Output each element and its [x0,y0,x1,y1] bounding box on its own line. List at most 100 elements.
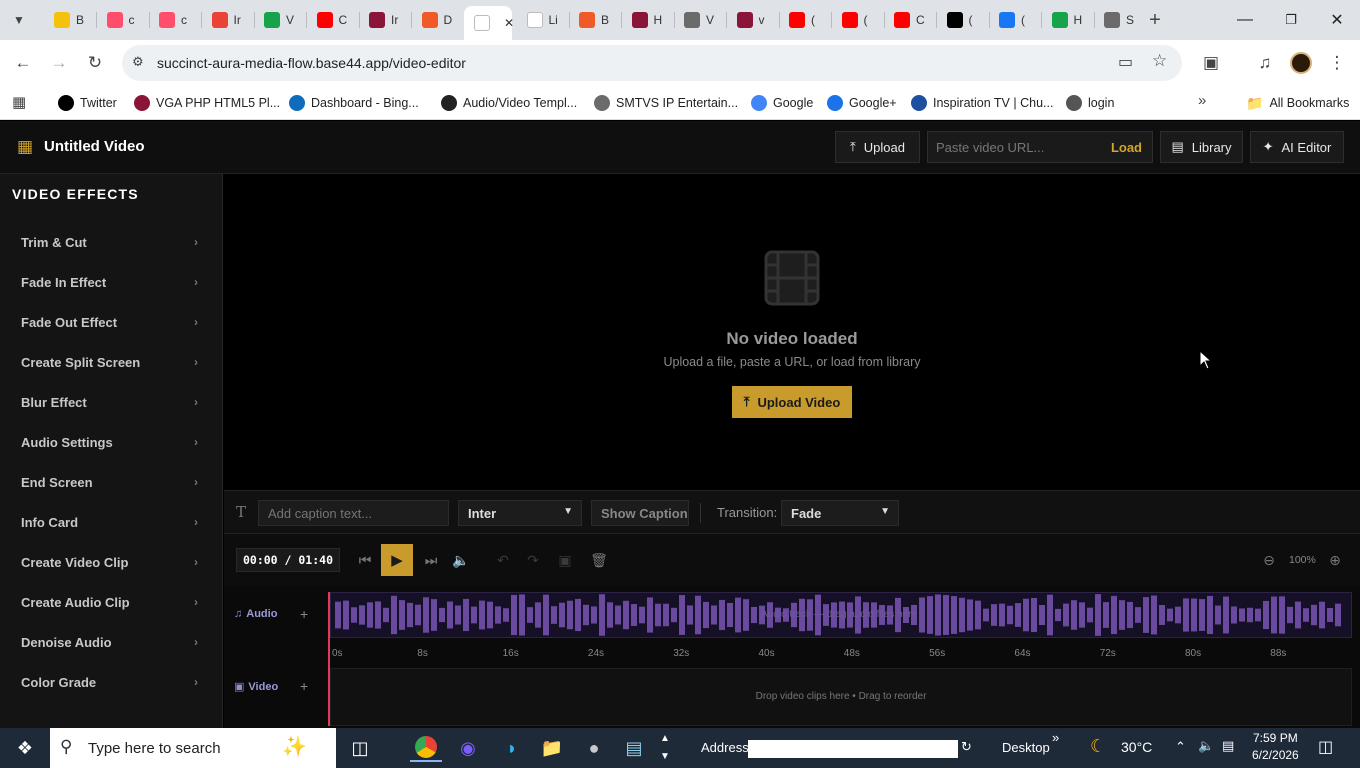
browser-tab[interactable]: B [569,6,621,34]
profile-avatar[interactable] [1290,52,1312,74]
install-app-icon[interactable]: ▭ [1118,52,1133,72]
browser-tab[interactable]: c [149,6,201,34]
bookmark-item[interactable]: Google+ [827,93,897,113]
bookmark-item[interactable]: Audio/Video Templ... [441,93,577,113]
transition-select[interactable]: Fade ▼ [781,500,899,526]
add-video-button[interactable]: + [300,678,308,694]
close-tab-icon[interactable]: ✕ [504,16,514,30]
address-toolbar-input[interactable] [748,740,958,758]
browser-tab[interactable]: c [97,6,149,34]
tab-search-icon[interactable]: ▼ [4,5,34,35]
browser-tab[interactable]: Ir [202,6,254,34]
refresh-icon[interactable]: ↻ [961,739,972,755]
clock-date[interactable]: 6/2/2026 [1252,748,1299,762]
bookmark-item[interactable]: login [1066,93,1114,113]
file-explorer-icon[interactable]: 📁 [536,734,568,762]
taskbar-search[interactable]: ⚲ Type here to search ✨ [50,728,336,768]
sidebar-item-blur-effect[interactable]: Blur Effect › [0,382,222,422]
network-icon[interactable]: ▤ [1222,738,1234,754]
bookmark-item[interactable]: SMTVS IP Entertain... [594,93,738,113]
windows-start-icon[interactable]: ❖ [9,734,41,762]
video-url-input[interactable] [928,132,1108,162]
upload-button[interactable]: ⤒ Upload [835,131,920,163]
sidebar-item-fade-in-effect[interactable]: Fade In Effect › [0,262,222,302]
browser-tab[interactable]: B [44,6,96,34]
apps-grid-icon[interactable]: ▦ [12,93,26,111]
sidebar-item-audio-settings[interactable]: Audio Settings › [0,422,222,462]
sidebar-item-trim-cut[interactable]: Trim & Cut › [0,222,222,262]
back-icon[interactable]: ← [8,48,38,78]
browser-tab[interactable]: ( [779,6,831,34]
bookmark-item[interactable]: Twitter [58,93,117,113]
browser-tab[interactable]: D✕ [464,6,514,40]
sidebar-item-create-split-screen[interactable]: Create Split Screen › [0,342,222,382]
site-info-icon[interactable]: ⚙ [132,54,144,70]
reload-icon[interactable]: ↻ [80,48,110,78]
bookmark-star-icon[interactable]: ☆ [1152,51,1167,71]
browser-tab[interactable]: C [307,6,359,34]
minimize-icon[interactable]: — [1222,0,1268,40]
forward-icon[interactable]: → [44,48,74,78]
bookmark-item[interactable]: Google [751,93,813,113]
restore-icon[interactable]: ❐ [1268,0,1314,40]
font-select[interactable]: Inter ▼ [458,500,582,526]
sidebar-item-info-card[interactable]: Info Card › [0,502,222,542]
browser-tab[interactable]: ( [832,6,884,34]
tray-overflow-icon[interactable]: ⌃ [1175,739,1186,755]
volume-icon[interactable]: 🔈 [449,548,473,572]
clock-time[interactable]: 7:59 PM [1253,731,1298,745]
sidebar-item-color-grade[interactable]: Color Grade › [0,662,222,702]
browser-tab[interactable]: Li [517,6,569,34]
browser-tab[interactable]: H [622,6,674,34]
taskbar-scroll-icon[interactable]: ▲ ▼ [660,730,670,766]
browser-tab[interactable]: V [254,6,306,34]
caption-text-input[interactable] [258,500,449,526]
skip-forward-icon[interactable]: ⏭ [419,548,443,572]
address-bar[interactable]: ⚙ succinct-aura-media-flow.base44.app/vi… [122,45,1182,81]
sidebar-item-fade-out-effect[interactable]: Fade Out Effect › [0,302,222,342]
library-button[interactable]: ▤ Library [1160,131,1243,163]
upload-video-button[interactable]: ⤒ Upload Video [732,386,852,418]
zoom-out-icon[interactable]: ⊖ [1257,548,1281,572]
copilot-taskbar-icon[interactable]: ◉ [452,734,484,762]
new-tab-icon[interactable]: + [1140,5,1170,35]
notifications-icon[interactable]: ◫ [1318,737,1333,757]
sidebar-item-denoise-audio[interactable]: Denoise Audio › [0,622,222,662]
skip-back-icon[interactable]: ⏮ [353,548,377,572]
notepad-app-icon[interactable]: ▤ [618,734,650,762]
redo-icon[interactable]: ↷ [521,548,545,572]
bookmark-item[interactable]: Inspiration TV | Chu... [911,93,1053,113]
ai-editor-button[interactable]: ✦ AI Editor [1250,131,1344,163]
browser-tab[interactable]: H [1042,6,1094,34]
all-bookmarks[interactable]: 📁 All Bookmarks [1246,93,1349,113]
browser-tab[interactable]: V [674,6,726,34]
show-caption-button[interactable]: Show Caption [591,500,689,526]
undo-icon[interactable]: ↶ [491,548,515,572]
sidebar-item-create-video-clip[interactable]: Create Video Clip › [0,542,222,582]
sidebar-item-create-audio-clip[interactable]: Create Audio Clip › [0,582,222,622]
close-window-icon[interactable]: ✕ [1314,0,1360,40]
chrome-taskbar-icon[interactable] [410,734,442,762]
trash-icon[interactable]: 🗑 [587,548,611,572]
browser-tab[interactable]: ( [937,6,989,34]
browser-tab[interactable]: Ir [359,6,411,34]
desktop-label[interactable]: Desktop [1002,740,1050,755]
browser-menu-icon[interactable]: ⋮ [1322,48,1352,78]
sidebar-item-end-screen[interactable]: End Screen › [0,462,222,502]
more-bookmarks-icon[interactable]: » [1198,92,1206,109]
video-lane[interactable]: Drop video clips here • Drag to reorder [330,668,1352,726]
browser-tab[interactable]: ( [989,6,1041,34]
browser-tab[interactable]: v [727,6,779,34]
snapshot-icon[interactable]: ▣ [553,548,577,572]
add-audio-button[interactable]: + [300,606,308,622]
extensions-icon[interactable]: ▣ [1196,48,1226,78]
zoom-in-icon[interactable]: ⊕ [1323,548,1347,572]
speaker-icon[interactable]: 🔈 [1198,738,1214,754]
browser-tab[interactable]: D [412,6,464,34]
browser-tab[interactable]: S [1094,6,1146,34]
bookmark-item[interactable]: Dashboard - Bing... [289,93,419,113]
media-controls-icon[interactable]: ♫ [1250,48,1280,78]
edge-taskbar-icon[interactable]: ◑ [494,734,526,762]
browser-tab[interactable]: C [884,6,936,34]
play-button[interactable]: ▶ [381,544,413,576]
